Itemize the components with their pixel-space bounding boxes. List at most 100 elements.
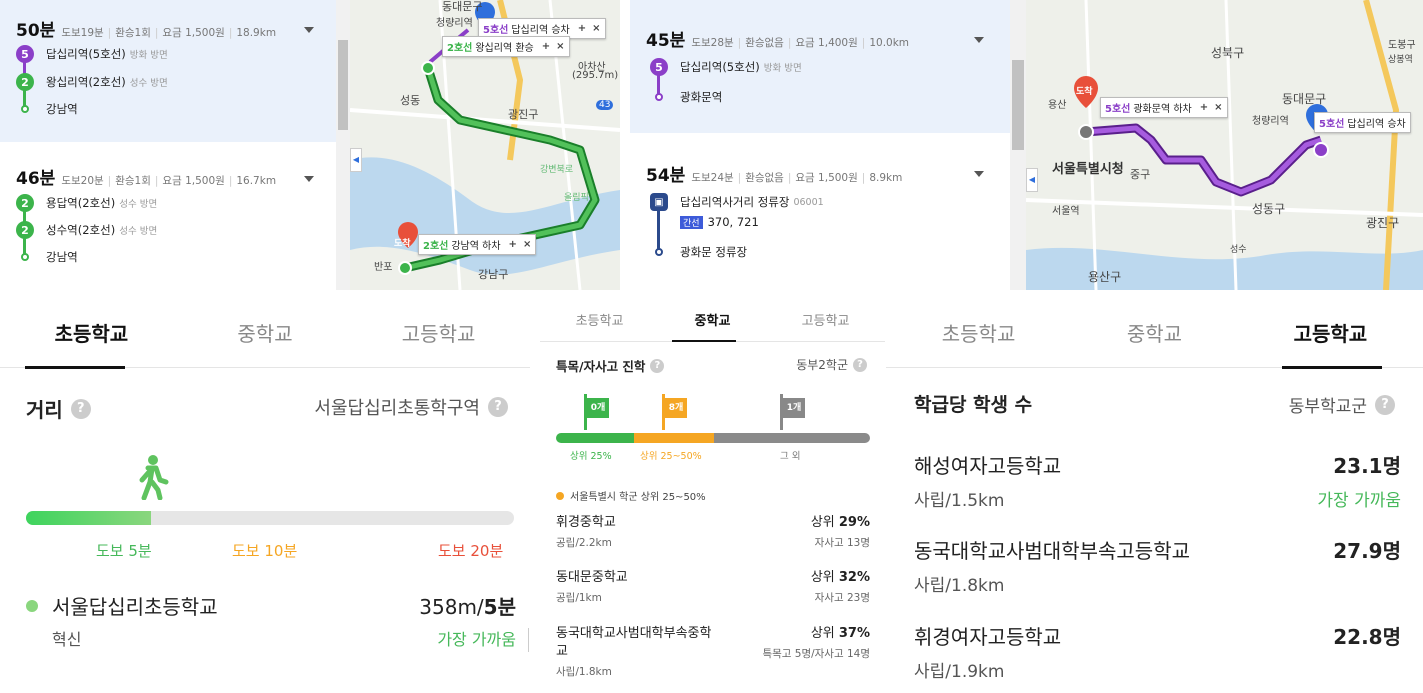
destination-dot-icon <box>650 93 668 101</box>
active-tab-indicator <box>25 366 125 369</box>
arrive-marker-label: 도착 <box>394 239 411 249</box>
close-icon[interactable]: × <box>523 239 531 250</box>
tab-elementary[interactable]: 초등학교 <box>576 310 624 329</box>
school-row[interactable]: 휘경여자고등학교 사립/1.9km 22.8명 <box>914 621 1401 685</box>
plus-icon[interactable]: + <box>578 23 586 34</box>
section-title: 특목/자사고 진학 <box>556 359 646 374</box>
route-option-2[interactable]: 46분 도보20분 | 환승1회 | 요금 1,500원 | 16.7km 2 용답역(2호선… <box>0 142 336 290</box>
nearest-badge: 가장 가까움 <box>1317 491 1401 511</box>
help-icon[interactable]: ? <box>1375 394 1395 415</box>
bus-icon: ▣ <box>650 193 668 211</box>
route-time: 54분 <box>646 166 686 186</box>
route-option-1[interactable]: 45분 도보28분 | 환승없음 | 요금 1,400원 | 10.0km 5 답십리역(5호… <box>630 0 1010 133</box>
board-callout[interactable]: 5호선 답십리역 승차 <box>1314 112 1411 133</box>
bus-type-badge: 간선 <box>680 215 703 229</box>
scale-label-20min: 도보 20분 <box>438 542 504 560</box>
route-option-1[interactable]: 50분 도보19분 | 환승1회 | 요금 1,500원 | 18.9km 5 답십리역(5호… <box>0 0 336 142</box>
chevron-down-icon[interactable] <box>974 171 984 177</box>
route-meta: 도보20분 | 환승1회 | 요금 1,500원 | 16.7km <box>61 175 277 187</box>
route-meta: 도보19분 | 환승1회 | 요금 1,500원 | 18.9km <box>61 27 277 39</box>
line2-badge: 2 <box>16 194 34 212</box>
help-icon[interactable]: ? <box>853 357 867 372</box>
plus-icon[interactable]: + <box>1200 102 1208 113</box>
route-list-scrollbar[interactable] <box>1010 0 1026 290</box>
tab-middle[interactable]: 중학교 <box>695 310 731 329</box>
scale-label-5min: 도보 5분 <box>96 542 152 560</box>
walking-person-icon <box>139 455 169 500</box>
school-row[interactable]: 동국대학교사범대학부속중학 교 사립/1.8km 상위 37% 특목고 5명/자… <box>556 622 870 682</box>
destination-dot-icon <box>16 105 34 113</box>
route-meta: 도보24분 | 환승없음 | 요금 1,500원 | 8.9km <box>691 172 903 184</box>
school-distance: 358m/ <box>419 595 484 619</box>
school-district: 동부학교군 <box>1288 397 1367 417</box>
plus-icon[interactable]: + <box>542 41 550 52</box>
close-icon[interactable]: × <box>556 41 564 52</box>
distance-progress-bar <box>26 511 514 525</box>
tab-high[interactable]: 고등학교 <box>802 310 850 329</box>
collapse-panel-button[interactable]: ◀ <box>1026 168 1038 192</box>
school-row[interactable]: 동대문중학교 공립/1km 상위 32% 자사고 23명 <box>556 566 870 610</box>
line2-badge: 2 <box>16 221 34 239</box>
route-panel-1: 50분 도보19분 | 환승1회 | 요금 1,500원 | 18.9km 5 답십리역(5호… <box>0 0 620 290</box>
nearest-badge: 가장 가까움 <box>437 630 516 649</box>
alight-callout[interactable]: 2호선 강남역 하차 + × <box>418 234 537 255</box>
transfer-callout[interactable]: 2호선 왕십리역 환승 + × <box>442 36 570 57</box>
legend-dot-icon <box>556 491 564 500</box>
middle-school-panel: 초등학교 중학교 고등학교 특목/자사고 진학 ? 동부2학군 ? 0개 8개 … <box>540 298 885 693</box>
tab-high[interactable]: 고등학교 <box>1294 318 1368 347</box>
tab-middle[interactable]: 중학교 <box>1127 318 1182 347</box>
status-dot-icon <box>26 600 38 612</box>
line5-badge: 5 <box>650 58 668 76</box>
school-row[interactable]: 휘경중학교 공립/2.2km 상위 29% 자사고 13명 <box>556 511 870 555</box>
route-option-2[interactable]: 54분 도보24분 | 환승없음 | 요금 1,500원 | 8.9km ▣ 답십리역사거리 … <box>630 133 1010 290</box>
school-row[interactable]: 해성여자고등학교 사립/1.5km 23.1명 가장 가까움 <box>914 450 1401 514</box>
arrive-marker-label: 도착 <box>1076 87 1093 97</box>
high-school-panel: 초등학교 중학교 고등학교 학급당 학생 수 동부학교군 ? 해성여자고등학교 … <box>886 298 1423 693</box>
tab-middle[interactable]: 중학교 <box>237 318 292 347</box>
scale-label-10min: 도보 10분 <box>232 542 298 560</box>
school-row[interactable]: 동국대학교사범대학부속고등학교 사립/1.8km 27.9명 <box>914 535 1401 599</box>
line5-badge: 5 <box>16 45 34 63</box>
school-row[interactable]: 서울답십리초등학교 혁신 358m/5분 가장 가까움 <box>26 594 516 658</box>
route-map-2[interactable]: 성북구 동대문구 청량리역 서울특별시청 서울역 중구 성동구 광진구 용산구 … <box>1026 0 1423 290</box>
bus-numbers: 370, 721 <box>707 215 759 229</box>
help-icon[interactable]: ? <box>650 358 665 373</box>
flag-others: 1개 <box>780 394 806 430</box>
route-time: 45분 <box>646 31 686 51</box>
chevron-down-icon[interactable] <box>304 176 314 182</box>
alight-callout[interactable]: 5호선 광화문역 하차 + × <box>1100 97 1228 118</box>
section-title: 거리 <box>26 398 63 422</box>
flag-top25-50: 8개 <box>662 394 688 430</box>
help-icon[interactable]: ? <box>488 397 508 417</box>
plus-icon[interactable]: + <box>509 239 517 250</box>
line2-badge: 2 <box>16 73 34 91</box>
tab-elementary[interactable]: 초등학교 <box>942 318 1016 347</box>
route-meta: 도보28분 | 환승없음 | 요금 1,400원 | 10.0km <box>691 37 910 49</box>
route-panel-2: 45분 도보28분 | 환승없음 | 요금 1,400원 | 10.0km 5 답십리역(5호… <box>630 0 1423 290</box>
school-district: 동부2학군 <box>796 358 848 372</box>
close-icon[interactable]: × <box>1214 102 1222 113</box>
route-time: 46분 <box>16 169 56 189</box>
district-rank-legend: 서울특별시 학군 상위 25~50% <box>570 492 706 503</box>
route-map-1[interactable]: 동대문구 청량리역 아차산 (295.7m) 광진구 성동 강변북로 올림픽 반… <box>350 0 620 290</box>
rank-band-bar <box>556 433 870 443</box>
active-tab-indicator <box>672 340 736 342</box>
route-time: 50분 <box>16 21 56 41</box>
close-icon[interactable]: × <box>592 23 600 34</box>
flag-top25: 0개 <box>584 394 610 430</box>
school-district: 서울답십리초통학구역 <box>314 398 480 419</box>
walk-time: 5분 <box>483 595 516 619</box>
chevron-down-icon[interactable] <box>974 37 984 43</box>
help-icon[interactable]: ? <box>70 398 91 419</box>
school-type: 혁신 <box>52 630 82 649</box>
destination-dot-icon <box>650 248 668 256</box>
active-tab-indicator <box>1282 366 1382 369</box>
elementary-school-panel: 초등학교 중학교 고등학교 거리 ? 서울답십리초통학구역 ? 도보 5분 도보… <box>0 298 530 693</box>
collapse-panel-button[interactable]: ◀ <box>350 148 362 172</box>
tab-high[interactable]: 고등학교 <box>402 318 476 347</box>
tab-elementary[interactable]: 초등학교 <box>55 318 129 347</box>
route-list-scrollbar[interactable] <box>336 0 350 290</box>
chevron-down-icon[interactable] <box>304 27 314 33</box>
section-title: 학급당 학생 수 <box>914 394 1033 416</box>
school-name: 서울답십리초등학교 <box>52 595 218 619</box>
